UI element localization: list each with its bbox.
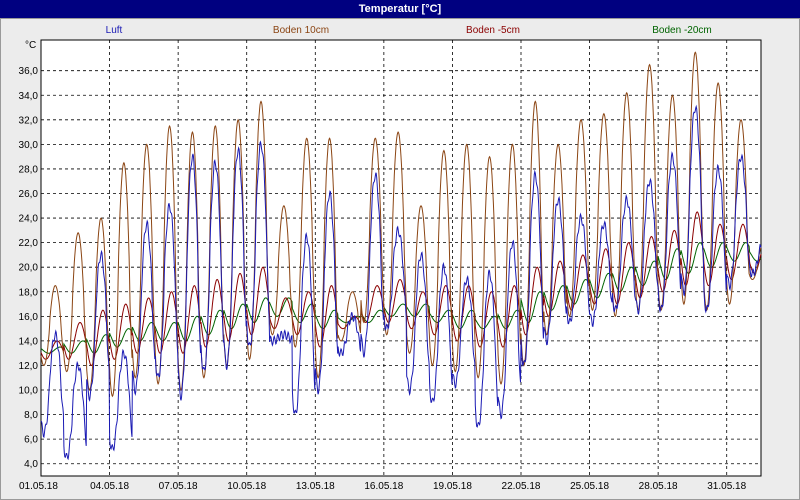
window-title: Temperatur [°C] (358, 3, 442, 15)
y-tick-label: 34,0 (19, 91, 39, 102)
y-axis-unit-label: °C (25, 40, 36, 51)
y-tick-label: 36,0 (19, 66, 39, 77)
chart-window: 4,0 6,0 8,0 10,0 12,0 14,0 16,0 18,0 20,0 22,0 24,… (0, 18, 800, 500)
y-tick-label: 30,0 (19, 140, 39, 151)
y-tick-label: 4,0 (24, 459, 38, 470)
x-tick-label: 13.05.18 (296, 481, 335, 492)
y-tick-label: 32,0 (19, 115, 39, 126)
x-tick-label: 19.05.18 (433, 481, 472, 492)
x-axis-ticks: 01.05.18 04.05.18 07.05.18 10.05.18 13.05.18… (19, 481, 747, 492)
legend-entry: Boden 10cm (273, 25, 329, 36)
x-tick-label: 31.05.18 (707, 481, 746, 492)
y-tick-label: 26,0 (19, 189, 39, 200)
x-tick-label: 28.05.18 (639, 481, 678, 492)
x-tick-label: 22.05.18 (502, 481, 541, 492)
x-tick-label: 07.05.18 (159, 481, 198, 492)
y-tick-label: 14,0 (19, 336, 39, 347)
legend: Luft Boden 10cm Boden -5cm Boden -20cm (106, 25, 712, 36)
x-tick-label: 04.05.18 (90, 481, 129, 492)
legend-entry: Boden -5cm (466, 25, 520, 36)
x-tick-label: 16.05.18 (364, 481, 403, 492)
y-tick-label: 16,0 (19, 312, 39, 323)
y-axis-ticks: 4,0 6,0 8,0 10,0 12,0 14,0 16,0 18,0 20,0 22,0 24,… (19, 66, 39, 470)
y-tick-label: 20,0 (19, 263, 39, 274)
y-tick-label: 22,0 (19, 238, 39, 249)
y-tick-label: 8,0 (24, 410, 38, 421)
x-tick-label: 25.05.18 (570, 481, 609, 492)
y-tick-label: 18,0 (19, 287, 39, 298)
x-tick-label: 01.05.18 (19, 481, 58, 492)
y-tick-label: 6,0 (24, 435, 38, 446)
y-tick-label: 24,0 (19, 214, 39, 225)
y-tick-label: 28,0 (19, 164, 39, 175)
legend-entry: Boden -20cm (652, 25, 711, 36)
temperature-chart: 4,0 6,0 8,0 10,0 12,0 14,0 16,0 18,0 20,0 22,0 24,… (19, 25, 762, 492)
window-title-bar: Temperatur [°C] (0, 0, 800, 18)
legend-entry: Luft (106, 25, 123, 36)
x-tick-label: 10.05.18 (227, 481, 266, 492)
y-tick-label: 10,0 (19, 386, 39, 397)
y-tick-label: 12,0 (19, 361, 39, 372)
